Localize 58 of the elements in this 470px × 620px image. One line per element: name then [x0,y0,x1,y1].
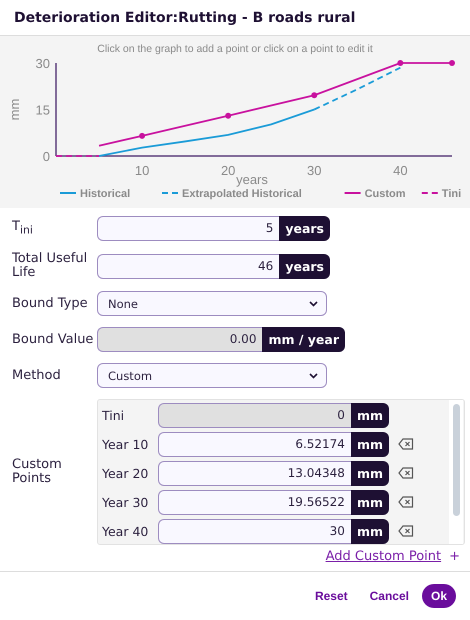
field-label: Custom Points [12,458,63,486]
point-value-field[interactable]: 6.52174 [158,432,351,458]
field-label: T$_{ini}$ [12,220,34,238]
x-tick-label: 10 [134,163,150,178]
data-point[interactable] [311,92,318,98]
backspace-icon[interactable] [398,438,416,452]
unit-label: mm / year [262,327,345,352]
number-field[interactable]: 5 [97,216,280,242]
legend-swatch-icon [162,192,178,194]
y-tick-label: 30 [36,56,50,72]
unit-label: mm [350,403,389,428]
data-point[interactable] [139,132,146,139]
add-custom-point-link[interactable]: Add Custom Point [326,548,442,564]
point-label: Year 20 [102,466,150,482]
x-tick-label: 40 [393,163,408,178]
y-tick-label: 15 [36,102,50,118]
legend-swatch-icon [422,192,438,194]
unit-label: years [279,254,330,279]
data-point[interactable] [397,60,404,66]
y-axis-title: mm [7,98,22,120]
backspace-icon[interactable] [398,524,416,539]
unit-label: mm [350,519,389,544]
select-field[interactable]: Custom [97,363,327,388]
plus-icon[interactable]: + [449,548,460,564]
unit-label: years [279,216,330,242]
text-button[interactable]: Reset [306,584,357,608]
data-point[interactable] [225,112,232,119]
point-label: Tini [102,408,126,424]
text-button[interactable]: Cancel [360,584,418,608]
chevron-down-icon [309,372,318,379]
x-tick-label: 20 [220,163,236,178]
point-label: Year 40 [102,524,150,540]
legend-swatch-icon [344,192,361,194]
unit-label: mm [350,432,389,458]
chevron-down-icon [309,300,318,307]
point-label: Year 30 [102,495,150,510]
number-field[interactable]: 46 [97,254,280,279]
x-axis-title: years [236,172,268,188]
legend-swatch-icon [60,192,76,194]
ok-button[interactable]: Ok [422,584,456,608]
chart-hint: Click on the graph to add a point or click on a point to edit it [96,43,374,56]
x-tick-label: 30 [307,163,322,178]
field-label: Bound Value [12,332,94,347]
unit-label: mm [350,461,389,486]
select-field[interactable]: None [97,291,327,316]
backspace-icon[interactable] [398,466,416,481]
field-label: Method [12,368,62,383]
y-tick-label: 0 [42,149,50,164]
point-label: Year 10 [102,437,150,452]
unit-label: mm [350,490,389,516]
field-label: Bound Type [12,296,89,311]
backspace-icon[interactable] [398,496,416,510]
point-value-field[interactable]: 13.04348 [158,461,351,486]
field-label: Total Useful Life [12,252,88,280]
data-point[interactable] [449,60,455,66]
scrollbar-thumb[interactable] [453,404,460,516]
point-value-field[interactable]: 19.56522 [158,490,351,516]
point-value-field[interactable]: 30 [158,519,351,544]
